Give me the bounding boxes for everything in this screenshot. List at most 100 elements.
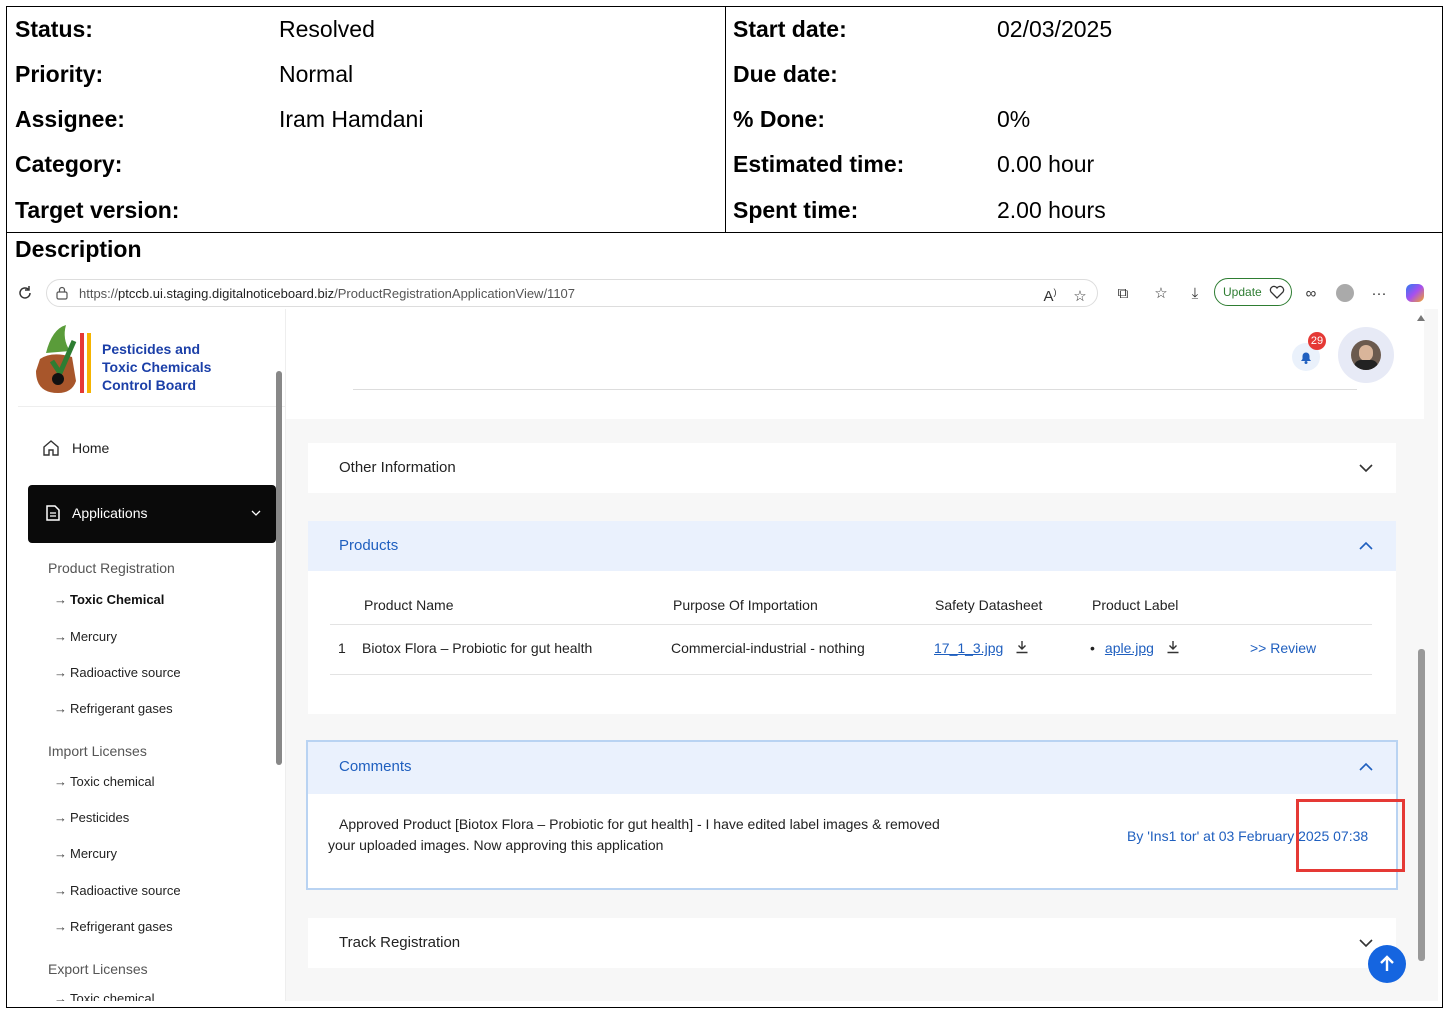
- logo-line: Control Board: [102, 377, 197, 393]
- row-product-name: Biotox Flora – Probiotic for gut health: [362, 640, 593, 656]
- nav-item-import-toxic-chemical[interactable]: → Toxic chemical: [54, 774, 155, 789]
- nav-item-label: Mercury: [70, 846, 117, 861]
- status-label: Status:: [15, 16, 93, 42]
- assignee-row: Assignee: Iram Hamdani: [7, 102, 725, 136]
- avatar[interactable]: [1338, 327, 1394, 383]
- assignee-value[interactable]: Iram Hamdani: [279, 102, 423, 136]
- nav-item-toxic-chemical[interactable]: → Toxic Chemical: [54, 592, 164, 607]
- update-button[interactable]: Update: [1214, 278, 1292, 306]
- nav-group-import-licenses: Import Licenses: [48, 743, 147, 759]
- ptccb-logo-icon: [36, 325, 91, 393]
- col-purpose: Purpose Of Importation: [673, 597, 818, 613]
- datasheet-link[interactable]: 17_1_3.jpg: [934, 640, 1003, 656]
- main-content: 29 Other Information Products Product Na…: [286, 309, 1438, 1001]
- chevron-down-icon: [1359, 939, 1373, 948]
- edge-copilot-icon[interactable]: [1404, 282, 1426, 304]
- spent-time-row: Spent time: 2.00 hours: [726, 193, 1444, 227]
- comments-header[interactable]: Comments: [308, 742, 1396, 794]
- nav-item-radioactive-source[interactable]: → Radioactive source: [54, 665, 181, 680]
- nav-item-label: Toxic Chemical: [70, 592, 165, 607]
- nav-item-mercury[interactable]: → Mercury: [54, 629, 117, 644]
- chevron-up-icon: [1359, 541, 1373, 550]
- products-panel: Products Product Name Purpose Of Importa…: [308, 521, 1396, 714]
- start-date-value: 02/03/2025: [997, 16, 1113, 42]
- more-icon[interactable]: ···: [1368, 282, 1390, 304]
- label-file-link[interactable]: aple.jpg: [1105, 640, 1154, 656]
- profile-icon[interactable]: [1334, 282, 1356, 304]
- nav-applications-label: Applications: [72, 505, 148, 521]
- spent-time-value[interactable]: 2.00 hours: [997, 193, 1106, 227]
- other-information-title: Other Information: [339, 459, 456, 476]
- downloads-icon[interactable]: ⤓: [1184, 282, 1206, 304]
- comments-title: Comments: [339, 758, 412, 775]
- main-scrollbar[interactable]: [1418, 649, 1425, 961]
- row-label-file: • aple.jpg: [1090, 640, 1180, 656]
- arrow-up-icon: [1380, 955, 1394, 971]
- sidebar: Pesticides and Toxic Chemicals Control B…: [18, 309, 286, 1001]
- priority-row: Priority: Normal: [7, 57, 725, 91]
- spent-time-label: Spent time:: [733, 197, 859, 223]
- issue-attributes: Status: Resolved Priority: Normal Assign…: [6, 6, 1443, 233]
- bell-icon: [1301, 352, 1311, 364]
- favorite-star-icon[interactable]: ☆: [1069, 285, 1091, 307]
- address-bar[interactable]: https://ptccb.ui.staging.digitalnoticebo…: [46, 279, 1098, 307]
- target-version-row: Target version:: [7, 193, 725, 227]
- arrow-right-icon: →: [54, 883, 67, 898]
- done-ratio-value: 0%: [997, 106, 1031, 132]
- category-row: Category:: [7, 147, 725, 181]
- sidebar-scrollbar[interactable]: [276, 371, 282, 765]
- logo-line: Toxic Chemicals: [102, 359, 212, 375]
- scroll-up-icon[interactable]: [1416, 313, 1426, 323]
- logo-line: Pesticides and: [102, 341, 201, 357]
- assignee-label: Assignee:: [15, 106, 125, 132]
- highlight-box: [1296, 799, 1405, 872]
- nav-item-import-pesticides[interactable]: → Pesticides: [54, 810, 129, 825]
- arrow-right-icon: →: [54, 810, 67, 825]
- nav-applications[interactable]: Applications: [28, 485, 276, 543]
- copilot-icon[interactable]: ∞: [1300, 282, 1322, 304]
- due-date-row: Due date:: [726, 57, 1444, 91]
- nav-item-refrigerant-gases[interactable]: → Refrigerant gases: [54, 701, 173, 716]
- row-index: 1: [338, 640, 346, 656]
- lock-icon[interactable]: [55, 286, 69, 300]
- nav-item-export-toxic-chemical[interactable]: → Toxic chemical: [54, 991, 155, 1001]
- done-ratio-label: % Done:: [733, 106, 825, 132]
- comment-text-line2: your uploaded images. Now approving this…: [328, 837, 664, 853]
- nav-item-label: Refrigerant gases: [70, 701, 173, 716]
- heart-pulse-icon: [1269, 285, 1285, 299]
- logo-text: Pesticides and Toxic Chemicals Control B…: [102, 340, 211, 394]
- extensions-icon[interactable]: ⧉: [1112, 282, 1134, 304]
- other-information-header[interactable]: Other Information: [308, 443, 1396, 493]
- col-safety-datasheet: Safety Datasheet: [935, 597, 1043, 613]
- row-datasheet: 17_1_3.jpg: [934, 640, 1029, 656]
- download-icon[interactable]: [1015, 640, 1029, 654]
- other-information-panel: Other Information: [308, 443, 1396, 493]
- reload-icon[interactable]: [16, 284, 34, 302]
- arrow-right-icon: →: [54, 701, 67, 716]
- attributes-left-column: Status: Resolved Priority: Normal Assign…: [7, 7, 726, 232]
- read-aloud-icon[interactable]: A): [1039, 285, 1061, 307]
- arrow-right-icon: →: [54, 774, 67, 789]
- embedded-screenshot: https://ptccb.ui.staging.digitalnoticebo…: [12, 277, 1438, 1001]
- products-header[interactable]: Products: [308, 521, 1396, 571]
- track-registration-header[interactable]: Track Registration: [308, 918, 1396, 968]
- download-icon[interactable]: [1166, 640, 1180, 654]
- table-row-divider: [330, 674, 1372, 675]
- favorites-icon[interactable]: ☆: [1150, 282, 1172, 304]
- nav-item-import-radioactive-source[interactable]: → Radioactive source: [54, 883, 181, 898]
- nav-item-label: Refrigerant gases: [70, 919, 173, 934]
- nav-item-import-refrigerant-gases[interactable]: → Refrigerant gases: [54, 919, 173, 934]
- scroll-top-button[interactable]: [1368, 945, 1406, 983]
- comments-panel: Comments Approved Product [Biotox Flora …: [306, 740, 1405, 890]
- arrow-right-icon: →: [54, 629, 67, 644]
- estimated-time-row: Estimated time: 0.00 hour: [726, 147, 1444, 181]
- nav-item-import-mercury[interactable]: → Mercury: [54, 846, 117, 861]
- app-window: Pesticides and Toxic Chemicals Control B…: [18, 309, 1438, 1001]
- review-link[interactable]: >> Review: [1250, 640, 1316, 656]
- nav-item-label: Radioactive source: [70, 665, 181, 680]
- status-row: Status: Resolved: [7, 12, 725, 46]
- url-text[interactable]: https://ptccb.ui.staging.digitalnoticebo…: [79, 286, 575, 301]
- notification-badge: 29: [1308, 332, 1326, 350]
- track-registration-title: Track Registration: [339, 934, 461, 951]
- browser-toolbar: https://ptccb.ui.staging.digitalnoticebo…: [12, 277, 1438, 309]
